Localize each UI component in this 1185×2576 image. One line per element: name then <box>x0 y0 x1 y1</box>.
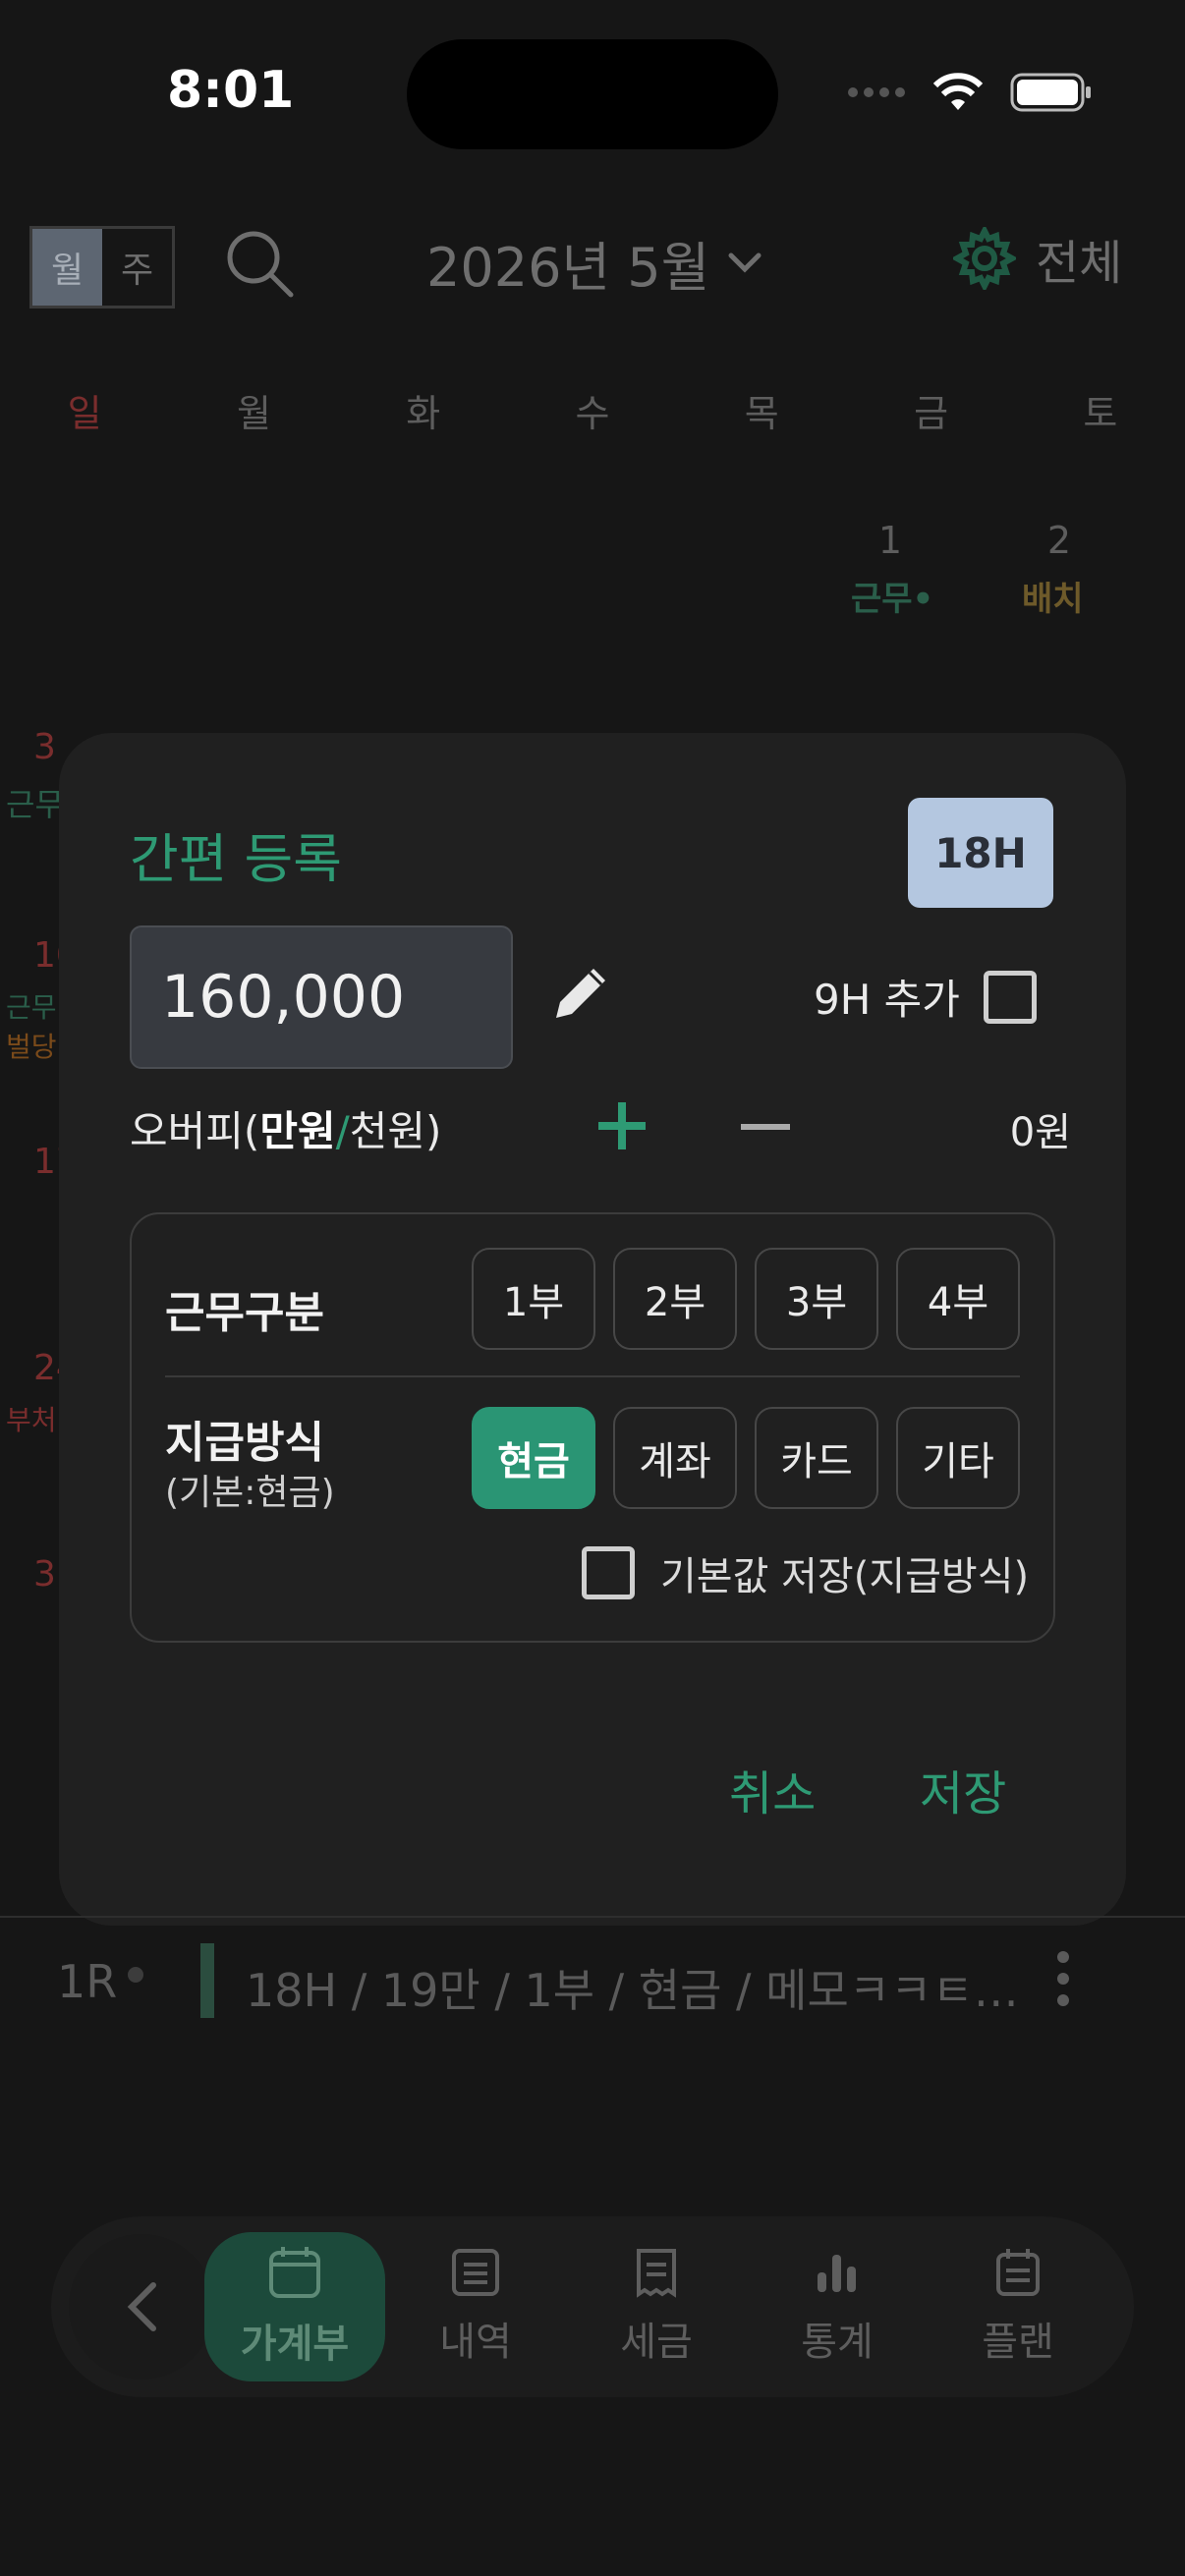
weekday-sat: 토 <box>1083 392 1118 435</box>
chevron-left-icon <box>127 2282 156 2331</box>
work-option-3[interactable]: 3부 <box>755 1248 878 1350</box>
pay-method-default: (기본:현금) <box>165 1473 335 1513</box>
wifi-icon <box>932 73 984 110</box>
pencil-icon[interactable] <box>550 961 613 1024</box>
tab-history-label: 내역 <box>439 2320 512 2365</box>
pay-option-account[interactable]: 계좌 <box>613 1407 737 1509</box>
hours-badge[interactable]: 18H <box>908 798 1053 908</box>
overfee-suffix: ) <box>425 1107 442 1155</box>
bar-chart-icon <box>818 2255 856 2292</box>
tab-stats-label: 통계 <box>801 2320 874 2365</box>
segment-week[interactable]: 주 <box>102 229 172 306</box>
calendar-tag: 근무• <box>851 580 934 619</box>
signal-icon <box>848 87 905 97</box>
calendar-tag: 벌당 <box>6 1031 57 1063</box>
pay-option-card[interactable]: 카드 <box>755 1407 878 1509</box>
status-icons <box>847 73 1093 112</box>
add-9h-option[interactable]: 9H 추가 <box>814 967 1037 1027</box>
weekday-tue: 화 <box>406 392 441 435</box>
entry-color-bar <box>200 1943 214 2018</box>
calendar-tag: 근무 <box>6 786 64 823</box>
overfee-prefix: 오버피( <box>130 1107 260 1155</box>
weekday-sun: 일 <box>67 392 102 435</box>
options-group: 근무구분 1부 2부 3부 4부 지급방식 (기본:현금) 현금 계좌 카드 기… <box>130 1212 1055 1643</box>
overfee-unit-main[interactable]: 만원 <box>259 1107 335 1155</box>
entry-round-label: 1R <box>57 1955 118 2008</box>
weekday-thu: 목 <box>744 392 779 435</box>
calendar-icon <box>269 2247 320 2298</box>
filter-all-label: 전체 <box>1036 236 1123 291</box>
filter-all-button[interactable]: 전체 <box>953 224 1122 293</box>
month-selector[interactable]: 2026년 5월 <box>426 224 762 302</box>
minus-icon[interactable] <box>741 1124 790 1130</box>
tab-tax-label: 세금 <box>620 2320 693 2365</box>
save-default-label: 기본값 저장(지급방식) <box>660 1554 1030 1599</box>
chevron-down-icon <box>728 252 762 273</box>
search-icon[interactable] <box>224 228 295 299</box>
weekday-wed: 수 <box>575 392 610 435</box>
add-9h-checkbox[interactable] <box>983 970 1037 1024</box>
calendar-tag: 부처 <box>6 1404 57 1436</box>
tab-tax[interactable]: 세금 <box>566 2232 747 2381</box>
status-dot <box>128 1967 143 1983</box>
planner-icon <box>996 2249 1040 2296</box>
dialog-title: 간편 등록 <box>130 828 342 890</box>
overfee-slash: / <box>335 1107 350 1155</box>
month-title: 2026년 5월 <box>426 237 710 299</box>
calendar-day[interactable]: 2 <box>1010 519 1108 562</box>
amount-input[interactable]: 160,000 <box>130 925 513 1069</box>
tab-ledger[interactable]: 가계부 <box>204 2232 385 2381</box>
pay-option-cash[interactable]: 현금 <box>472 1407 595 1509</box>
status-time: 8:01 <box>167 61 295 120</box>
list-divider <box>0 1916 1185 1918</box>
calendar-day[interactable]: 3 <box>33 727 56 767</box>
list-icon <box>452 2249 499 2296</box>
overfee-label: 오버피(만원/천원) <box>130 1098 441 1158</box>
segment-month[interactable]: 월 <box>32 229 102 306</box>
pay-option-other[interactable]: 기타 <box>896 1407 1020 1509</box>
weekday-header: 일 월 화 수 목 금 토 <box>0 383 1185 437</box>
receipt-icon <box>637 2249 676 2298</box>
overfee-unit-sub[interactable]: 천원 <box>350 1107 425 1155</box>
work-option-4[interactable]: 4부 <box>896 1248 1020 1350</box>
battery-icon <box>1010 73 1091 112</box>
divider <box>165 1375 1020 1377</box>
calendar-tag: 근무 <box>6 991 57 1024</box>
calendar-tag: 배치 <box>1022 580 1084 619</box>
dynamic-island <box>407 39 778 149</box>
weekday-mon: 월 <box>236 392 271 435</box>
more-options-icon[interactable] <box>1057 1951 1069 2006</box>
quick-register-dialog: 간편 등록 18H 160,000 9H 추가 오버피(만원/천원) 0원 근무… <box>59 733 1126 1926</box>
save-default-checkbox[interactable] <box>582 1546 635 1599</box>
tab-plan-label: 플랜 <box>982 2320 1054 2365</box>
bottom-tab-bar: 가계부 내역 세금 통계 플랜 <box>51 2216 1134 2397</box>
entry-summary[interactable]: 18H / 19만 / 1부 / 현금 / 메모ㅋㅋㅌ… <box>246 1955 1019 2020</box>
tab-ledger-label: 가계부 <box>240 2322 350 2367</box>
plus-icon[interactable] <box>594 1098 649 1153</box>
cancel-button[interactable]: 취소 <box>729 1755 816 1823</box>
weekday-fri: 금 <box>914 392 949 435</box>
calendar-day[interactable]: 1 <box>841 519 939 562</box>
back-button[interactable] <box>69 2234 214 2380</box>
overfee-value: 0원 <box>1009 1110 1071 1155</box>
save-default-option[interactable]: 기본값 저장(지급방식) <box>582 1544 1029 1601</box>
work-type-label: 근무구분 <box>165 1288 324 1338</box>
tab-plan[interactable]: 플랜 <box>928 2232 1108 2381</box>
add-9h-label: 9H 추가 <box>814 976 960 1024</box>
tab-stats[interactable]: 통계 <box>747 2232 928 2381</box>
pay-method-label: 지급방식 <box>165 1418 324 1468</box>
work-option-2[interactable]: 2부 <box>613 1248 737 1350</box>
save-button[interactable]: 저장 <box>920 1755 1006 1823</box>
view-segment: 월 주 <box>29 226 175 308</box>
gear-icon <box>953 227 1016 290</box>
tab-history[interactable]: 내역 <box>385 2232 566 2381</box>
work-option-1[interactable]: 1부 <box>472 1248 595 1350</box>
